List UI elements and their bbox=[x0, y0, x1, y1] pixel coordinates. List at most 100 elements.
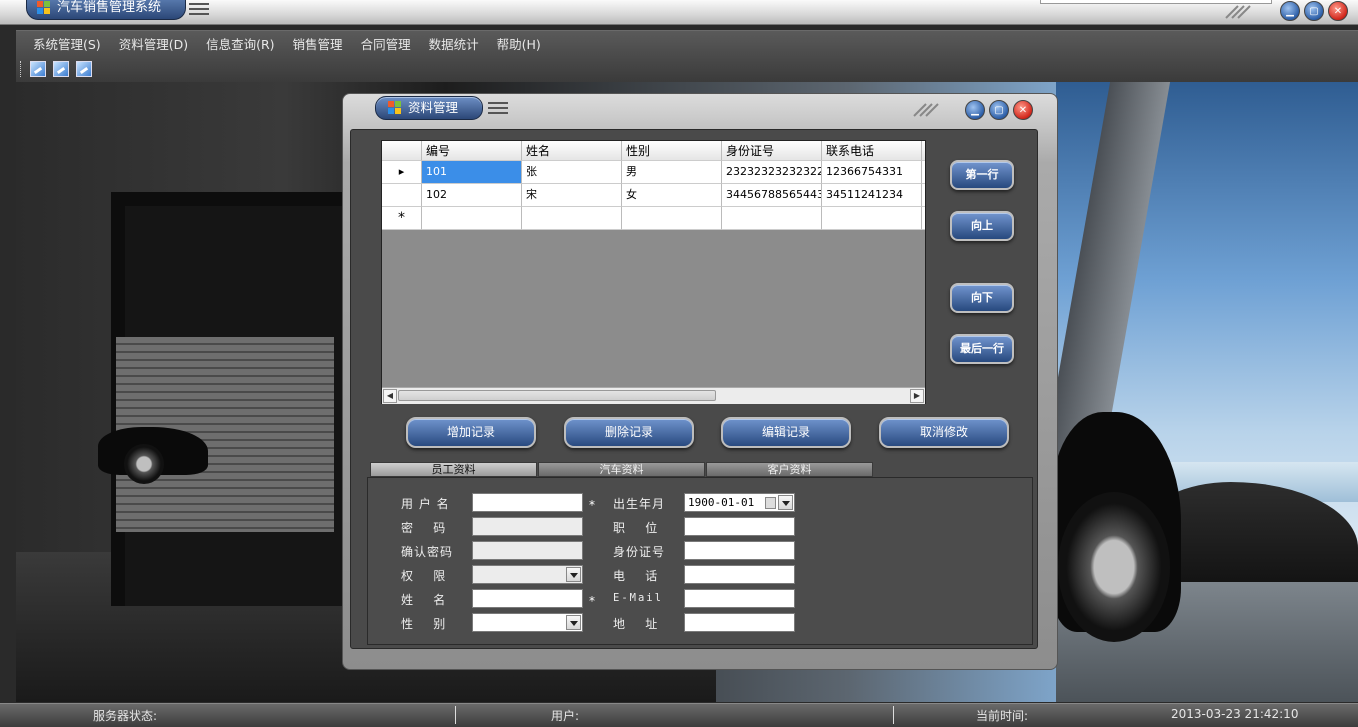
confirm-password-label: 确认密码 bbox=[401, 545, 454, 559]
grid-cell[interactable] bbox=[522, 207, 622, 230]
grid-col-phone[interactable]: 联系电话 bbox=[822, 141, 922, 161]
grid-cell[interactable]: 12366754331 bbox=[822, 161, 922, 184]
grid-cell[interactable]: 男 bbox=[622, 161, 722, 184]
menu-data[interactable]: 资料管理(D) bbox=[110, 35, 197, 55]
menu-query[interactable]: 信息查询(R) bbox=[197, 35, 283, 55]
app-logo-icon bbox=[37, 1, 50, 14]
delete-record-button[interactable]: 删除记录 bbox=[564, 417, 694, 448]
down-button[interactable]: 向下 bbox=[950, 283, 1014, 313]
grid-cell[interactable]: 34456788565443 bbox=[722, 184, 822, 207]
menu-sales[interactable]: 销售管理 bbox=[284, 35, 352, 55]
name-input[interactable] bbox=[472, 589, 583, 608]
grid-cell-overflow bbox=[922, 184, 925, 207]
app-title: 汽车销售管理系统 bbox=[57, 0, 162, 15]
grid-cell[interactable]: 宋 bbox=[522, 184, 622, 207]
child-close-icon[interactable]: ✕ bbox=[1013, 100, 1033, 120]
last-row-button[interactable]: 最后一行 bbox=[950, 334, 1014, 364]
grid-cell-overflow bbox=[922, 161, 925, 184]
user-label: 用户: bbox=[551, 709, 580, 723]
toolbar-image-icon-1[interactable] bbox=[30, 61, 46, 77]
birthdate-picker[interactable]: 1900-01-01 bbox=[684, 493, 795, 512]
grid-cell-overflow bbox=[922, 207, 925, 230]
address-label: 地 址 bbox=[613, 617, 659, 631]
menu-statistics[interactable]: 数据统计 bbox=[420, 35, 488, 55]
grid-cell[interactable]: 101 bbox=[422, 161, 522, 184]
grid-cell[interactable] bbox=[722, 207, 822, 230]
grid-cell[interactable]: 102 bbox=[422, 184, 522, 207]
grid-cell[interactable] bbox=[822, 207, 922, 230]
grid-col-name[interactable]: 姓名 bbox=[522, 141, 622, 161]
grid-col-overflow bbox=[922, 141, 925, 161]
child-restore-icon[interactable]: ▢ bbox=[989, 100, 1009, 120]
toolbar-grip bbox=[20, 61, 24, 77]
grid-cell[interactable] bbox=[622, 207, 722, 230]
tab-car[interactable]: 汽车资料 bbox=[538, 462, 705, 477]
table-row[interactable]: 102 宋 女 34456788565443 34511241234 bbox=[382, 184, 925, 207]
grid-cell[interactable]: 34511241234 bbox=[822, 184, 922, 207]
menu-contract[interactable]: 合同管理 bbox=[352, 35, 420, 55]
position-label: 职 位 bbox=[613, 521, 659, 535]
minimize-icon[interactable]: ▁ bbox=[1280, 1, 1300, 21]
address-input[interactable] bbox=[684, 613, 795, 632]
grid-horizontal-scrollbar[interactable]: ◀ ▶ bbox=[382, 387, 925, 404]
bg-wheel-left bbox=[124, 444, 164, 484]
app-title-bar: 汽车销售管理系统 ▁ ▢ ✕ bbox=[0, 0, 1358, 25]
permission-label: 权 限 bbox=[401, 569, 447, 583]
child-logo-icon bbox=[388, 101, 401, 114]
menu-system[interactable]: 系统管理(S) bbox=[24, 35, 110, 55]
add-record-button[interactable]: 增加记录 bbox=[406, 417, 536, 448]
table-row[interactable]: ▸ 101 张 男 23232323232322 12366754331 bbox=[382, 161, 925, 184]
permission-select[interactable] bbox=[472, 565, 583, 584]
tab-employee[interactable]: 员工资料 bbox=[370, 462, 537, 477]
birthdate-label: 出生年月 bbox=[613, 497, 666, 511]
toolbar-image-icon-2[interactable] bbox=[53, 61, 69, 77]
grid-col-idcard[interactable]: 身份证号 bbox=[722, 141, 822, 161]
username-required-marker: * bbox=[589, 498, 595, 512]
close-icon[interactable]: ✕ bbox=[1328, 1, 1348, 21]
first-row-button[interactable]: 第一行 bbox=[950, 160, 1014, 190]
phone-input[interactable] bbox=[684, 565, 795, 584]
tab-customer[interactable]: 客户资料 bbox=[706, 462, 873, 477]
password-input[interactable] bbox=[472, 517, 583, 536]
scroll-thumb[interactable] bbox=[398, 390, 716, 401]
status-bar: 服务器状态: 用户: 当前时间: 2013-03-23 21:42:10 bbox=[0, 703, 1358, 727]
email-input[interactable] bbox=[684, 589, 795, 608]
row-indicator-icon: ▸ bbox=[382, 161, 422, 184]
username-input[interactable] bbox=[472, 493, 583, 512]
menu-help[interactable]: 帮助(H) bbox=[488, 35, 550, 55]
scroll-right-icon[interactable]: ▶ bbox=[910, 389, 924, 403]
grid-cell[interactable]: 23232323232322 bbox=[722, 161, 822, 184]
up-button[interactable]: 向上 bbox=[950, 211, 1014, 241]
menu-hamburger-icon[interactable] bbox=[189, 3, 209, 17]
bg-wheel-right bbox=[1058, 492, 1170, 642]
gender-label: 性 别 bbox=[401, 617, 447, 631]
chevron-down-icon[interactable] bbox=[778, 495, 793, 510]
scroll-left-icon[interactable]: ◀ bbox=[383, 389, 397, 403]
email-label: E-Mail bbox=[613, 592, 663, 604]
restore-icon[interactable]: ▢ bbox=[1304, 1, 1324, 21]
edit-record-button[interactable]: 编辑记录 bbox=[721, 417, 851, 448]
table-row-new[interactable]: * bbox=[382, 207, 925, 230]
child-minimize-icon[interactable]: ▁ bbox=[965, 100, 985, 120]
confirm-password-input[interactable] bbox=[472, 541, 583, 560]
menu-bar: 系统管理(S) 资料管理(D) 信息查询(R) 销售管理 合同管理 数据统计 帮… bbox=[24, 35, 550, 55]
child-title-pill[interactable]: 资料管理 bbox=[375, 96, 483, 120]
gender-select[interactable] bbox=[472, 613, 583, 632]
grid-cell[interactable]: 女 bbox=[622, 184, 722, 207]
child-menu-icon[interactable] bbox=[488, 102, 508, 116]
calendar-icon[interactable] bbox=[765, 497, 776, 509]
idcard-input[interactable] bbox=[684, 541, 795, 560]
name-label: 姓 名 bbox=[401, 593, 447, 607]
grid-cell[interactable] bbox=[422, 207, 522, 230]
toolbar-image-icon-3[interactable] bbox=[76, 61, 92, 77]
position-input[interactable] bbox=[684, 517, 795, 536]
cancel-edit-button[interactable]: 取消修改 bbox=[879, 417, 1009, 448]
grid-cell[interactable]: 张 bbox=[522, 161, 622, 184]
app-title-pill[interactable]: 汽车销售管理系统 bbox=[26, 0, 186, 20]
chevron-down-icon[interactable] bbox=[566, 567, 581, 582]
grid-col-id[interactable]: 编号 bbox=[422, 141, 522, 161]
grid-col-gender[interactable]: 性别 bbox=[622, 141, 722, 161]
chevron-down-icon[interactable] bbox=[566, 615, 581, 630]
server-status-label: 服务器状态: bbox=[93, 709, 158, 723]
records-grid[interactable]: 编号 姓名 性别 身份证号 联系电话 ▸ 101 张 男 23232323232… bbox=[381, 140, 926, 404]
